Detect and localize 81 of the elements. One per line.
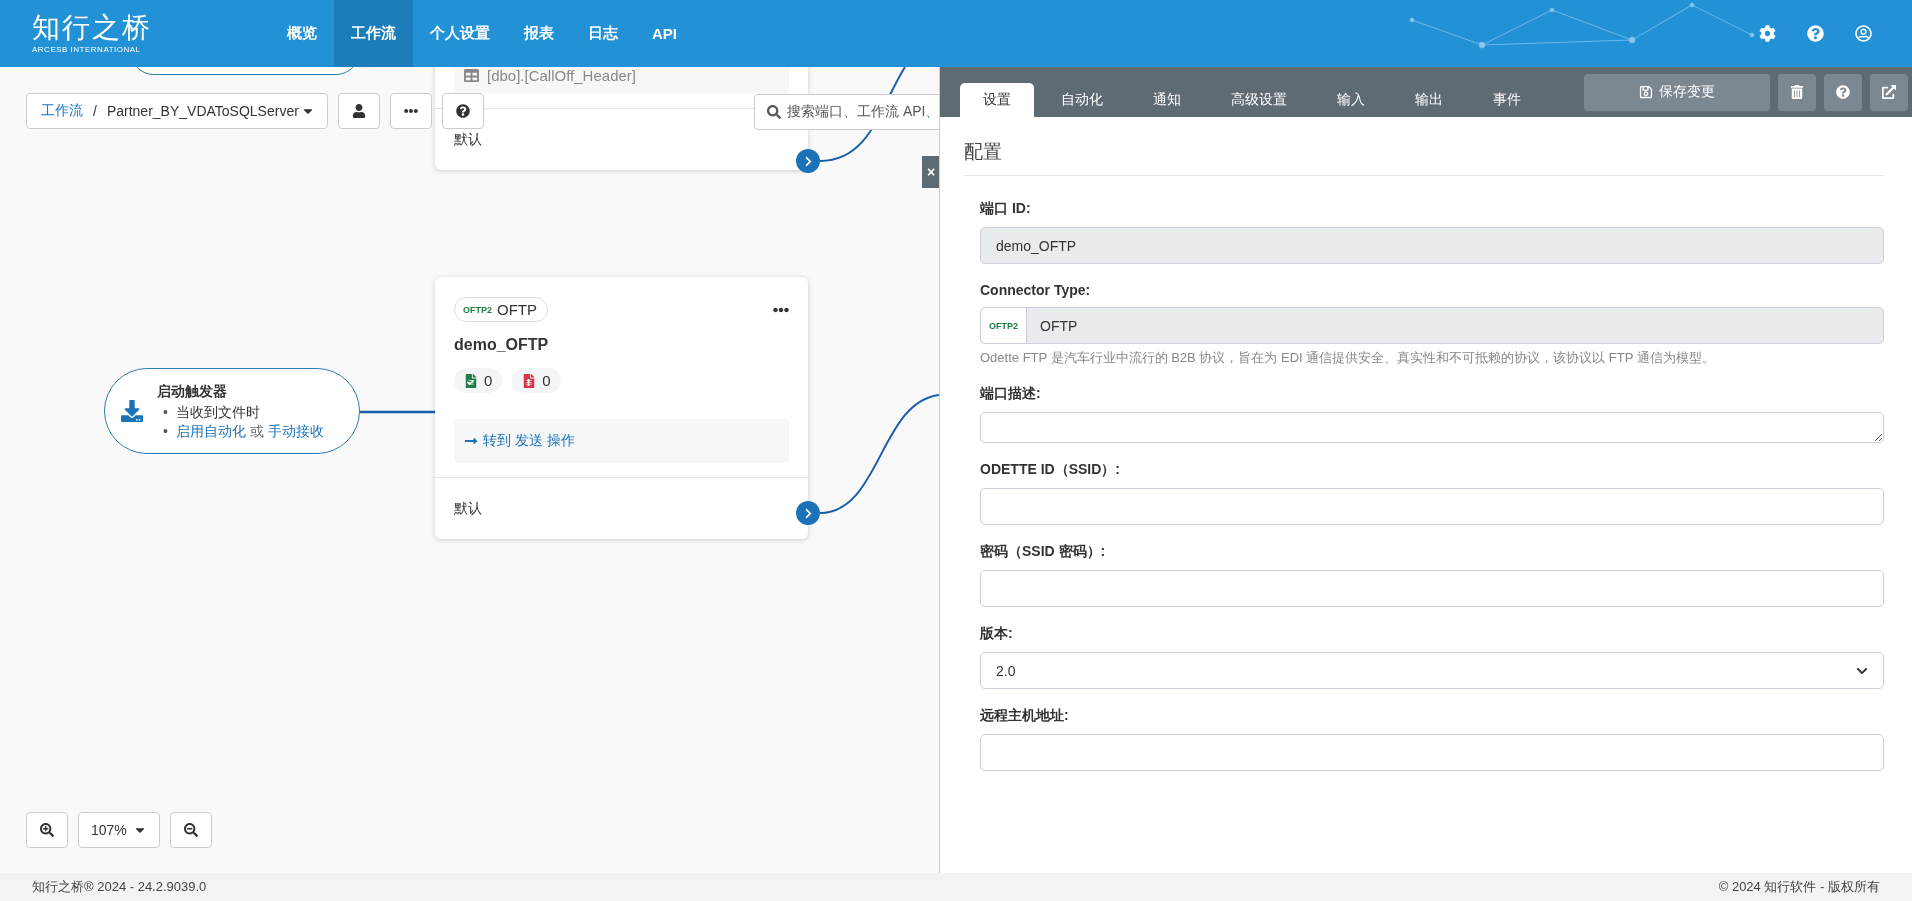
connector-name: demo_OFTP <box>454 336 550 354</box>
output-arrow-button[interactable] <box>796 149 820 173</box>
file-count: 0 <box>512 368 561 393</box>
zoom-out-button[interactable] <box>169 812 212 848</box>
external-link-icon <box>1882 85 1896 99</box>
conjunction: 或 <box>249 422 264 439</box>
output-arrow-button[interactable] <box>796 501 820 525</box>
logo-subtitle: ARCESB INTERNATIONAL <box>32 44 142 54</box>
search-icon <box>767 105 781 119</box>
help-button[interactable] <box>1824 73 1862 111</box>
bullet: • <box>163 422 168 439</box>
zoom-in-icon <box>40 823 54 837</box>
field-label: 密码（SSID 密码）: <box>980 543 1107 561</box>
table-name: [dbo].[CallOff_Header] <box>487 67 636 84</box>
workflow-dropdown[interactable]: Partner_BY_VDAToSQLServer <box>106 103 315 119</box>
help-icon <box>455 104 470 118</box>
section-title: 配置 <box>964 139 1884 176</box>
panel-tab[interactable]: 事件 <box>1470 83 1544 117</box>
field-label: 远程主机地址: <box>980 707 1070 725</box>
user-button[interactable] <box>337 93 380 129</box>
zoom-out-icon <box>183 823 198 837</box>
panel-tab[interactable]: 输出 <box>1392 83 1466 117</box>
input-field[interactable]: demo_OFTP <box>980 227 1884 264</box>
field-description: Odette FTP 是汽车行业中流行的 B2B 协议，旨在为 EDI 通信提供安全、真实性和不可抵赖的协议，该协议以 FTP 通信为模型。 <box>980 349 1716 367</box>
panel-tab[interactable]: 通知 <box>1130 83 1204 117</box>
input-field[interactable] <box>980 488 1884 525</box>
panel-tab[interactable]: 高级设置 <box>1208 83 1310 117</box>
nav-item[interactable]: 日志 <box>571 0 635 67</box>
delete-button[interactable] <box>1778 73 1816 111</box>
breadcrumb-link[interactable]: 工作流 <box>41 102 83 120</box>
user-icon[interactable] <box>1855 25 1872 42</box>
field-label: Connector Type: <box>980 282 1092 298</box>
input-field[interactable] <box>980 570 1884 607</box>
connector-card[interactable]: OFTP2 OFTP demo_OFTP 0 0 转到 发送 操作 默认 <box>435 277 808 539</box>
save-button[interactable]: 保存变更 <box>1584 73 1770 111</box>
close-button[interactable]: × <box>922 156 939 188</box>
nav-item[interactable]: 个人设置 <box>413 0 507 67</box>
copyright-text: © 2024 知行软件 - 版权所有 <box>1718 878 1880 896</box>
help-button[interactable] <box>441 93 484 129</box>
user-icon <box>351 104 366 118</box>
nav-item[interactable]: API <box>635 0 694 67</box>
logo: 知行之桥 <box>32 13 153 42</box>
output-label: 默认 <box>454 130 482 149</box>
output-label: 默认 <box>454 499 482 518</box>
trash-icon <box>1790 85 1804 99</box>
version-select[interactable]: 2.0 <box>980 652 1884 689</box>
table-icon <box>464 68 479 83</box>
open-external-button[interactable] <box>1870 73 1908 111</box>
bullet: • <box>163 404 168 421</box>
action-link[interactable]: 转到 发送 操作 <box>483 432 575 450</box>
field-label: 端口 ID: <box>980 200 1032 218</box>
field-label: ODETTE ID（SSID）: <box>980 461 1121 479</box>
zoom-level-dropdown[interactable]: 107% <box>78 812 160 848</box>
input-field[interactable] <box>980 734 1884 771</box>
field-label: 端口描述: <box>980 385 1042 403</box>
trigger-link[interactable]: 手动接收 <box>267 422 324 439</box>
settings-icon[interactable] <box>1759 25 1776 42</box>
trigger-link[interactable]: 启用自动化 <box>175 422 246 439</box>
nav-item[interactable]: 报表 <box>507 0 571 67</box>
version-text: 知行之桥® 2024 - 24.2.9039.0 <box>32 878 207 896</box>
panel-tab[interactable]: 自动化 <box>1038 83 1126 117</box>
zoom-in-button[interactable] <box>26 812 68 848</box>
connector-logo: OFTP2 <box>989 320 1018 331</box>
file-count: 0 <box>454 368 503 393</box>
field-label: 版本: <box>980 625 1014 643</box>
help-icon[interactable] <box>1807 25 1824 42</box>
trigger-title: 启动触发器 <box>157 383 227 400</box>
panel-tab[interactable]: 输入 <box>1314 83 1388 117</box>
description-field[interactable] <box>980 412 1884 443</box>
download-icon <box>121 400 143 422</box>
nav-item[interactable]: 工作流 <box>334 0 413 67</box>
save-icon <box>1639 85 1653 99</box>
trigger-condition: 当收到文件时 <box>175 404 260 421</box>
nav-item[interactable]: 概览 <box>270 0 334 67</box>
search-field[interactable]: 搜索端口、工作流 API、 <box>754 94 939 130</box>
breadcrumb-separator: / <box>93 103 97 119</box>
help-icon <box>1836 85 1850 99</box>
more-button[interactable] <box>389 93 432 129</box>
trigger-node[interactable]: 启动触发器 • 当收到文件时 • 启用自动化 或 手动接收 <box>104 368 360 454</box>
connector-type-field[interactable]: OFTP2 OFTP <box>980 307 1884 344</box>
panel-tab[interactable]: 设置 <box>960 83 1034 117</box>
